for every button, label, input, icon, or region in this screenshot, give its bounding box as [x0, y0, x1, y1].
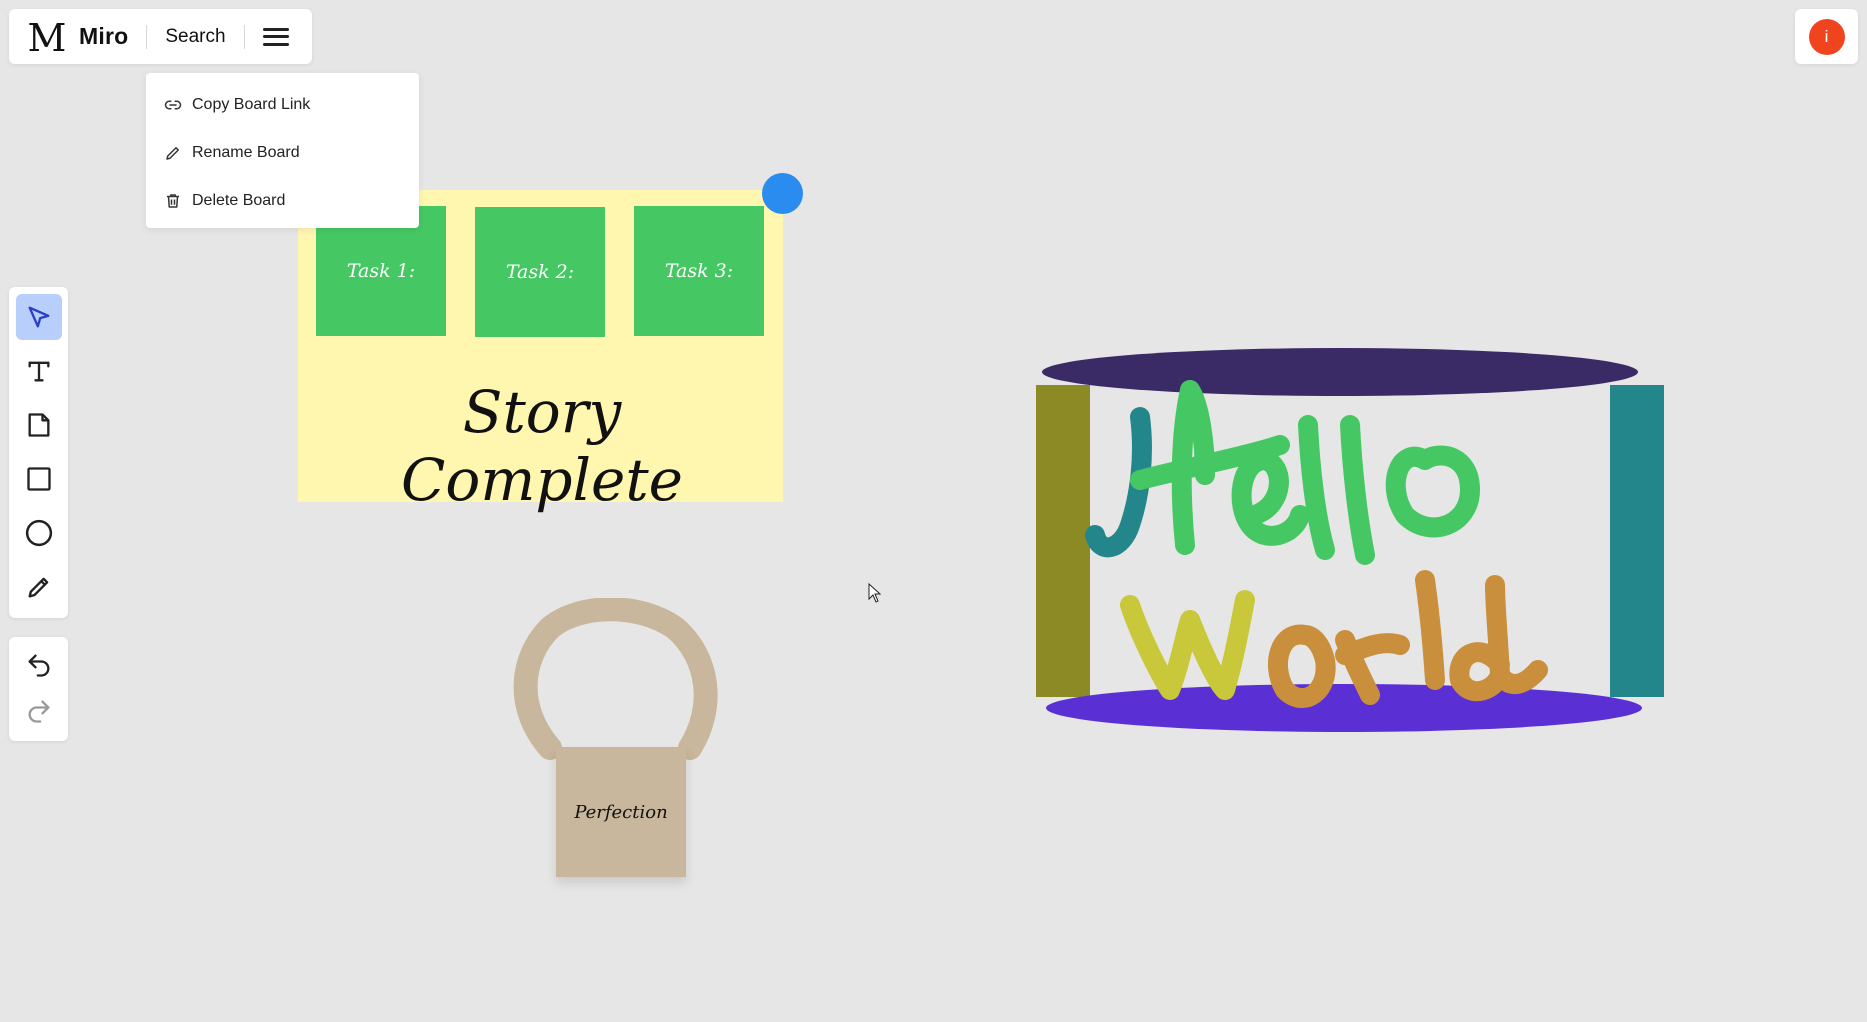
hello-strokes	[1085, 380, 1480, 565]
circle-icon	[25, 519, 53, 547]
copy-board-link-item[interactable]: Copy Board Link	[146, 81, 419, 129]
redo-icon	[28, 700, 50, 723]
app-name: Miro	[79, 23, 129, 49]
redo-button[interactable]	[16, 688, 62, 734]
trash-icon	[164, 192, 182, 210]
copy-board-link-label: Copy Board Link	[192, 96, 311, 113]
search-button[interactable]: Search	[165, 26, 225, 48]
miro-logo-icon[interactable]: M	[25, 18, 69, 56]
sticky-note-icon	[28, 413, 50, 437]
perfection-sticky-note[interactable]: Perfection	[556, 747, 686, 877]
drum-right-bar	[1610, 385, 1664, 697]
pen-tool-button[interactable]	[16, 564, 62, 610]
rectangle-tool-button[interactable]	[16, 456, 62, 502]
delete-board-label: Delete Board	[192, 192, 286, 209]
pencil-icon	[164, 144, 182, 162]
text-icon	[28, 361, 50, 382]
rename-board-item[interactable]: Rename Board	[146, 129, 419, 177]
history-controls	[9, 637, 68, 741]
sticky-note-tool-button[interactable]	[16, 402, 62, 448]
pen-icon	[28, 577, 49, 598]
tool-palette	[9, 287, 68, 618]
board-canvas[interactable]: M Miro Search Copy Board Link Rename Boa…	[0, 0, 1867, 1022]
svg-text:M: M	[28, 18, 67, 56]
ellipse-tool-button[interactable]	[16, 510, 62, 556]
square-icon	[27, 467, 51, 491]
drum-top-ellipse	[1042, 348, 1638, 396]
select-tool-button[interactable]	[16, 294, 62, 340]
story-complete-text[interactable]: Story Complete	[322, 378, 762, 514]
hello-world-drawing[interactable]	[1030, 345, 1670, 740]
delete-board-item[interactable]: Delete Board	[146, 177, 419, 225]
header-divider	[243, 24, 245, 49]
undo-button[interactable]	[16, 642, 62, 688]
user-avatar-container[interactable]: i	[1795, 9, 1858, 64]
task-sticky-note[interactable]: Task 3:	[634, 206, 764, 336]
link-icon	[164, 96, 182, 114]
drum-left-bar	[1036, 385, 1090, 697]
bag-handle-drawing[interactable]	[510, 598, 730, 768]
mouse-pointer-icon	[868, 583, 882, 603]
rename-board-label: Rename Board	[192, 144, 300, 161]
world-strokes	[1120, 570, 1548, 708]
text-tool-button[interactable]	[16, 348, 62, 394]
cursor-arrow-icon	[28, 306, 50, 328]
top-bar: M Miro Search	[9, 9, 312, 64]
selection-handle[interactable]	[762, 173, 803, 214]
avatar[interactable]: i	[1808, 18, 1845, 55]
undo-icon	[28, 654, 50, 677]
hamburger-menu-icon[interactable]	[262, 24, 289, 50]
header-divider	[146, 24, 148, 49]
drum-bottom-ellipse	[1046, 684, 1642, 732]
task-sticky-note[interactable]: Task 2:	[475, 207, 605, 337]
board-menu-dropdown: Copy Board Link Rename Board Delete Boar…	[146, 73, 419, 228]
